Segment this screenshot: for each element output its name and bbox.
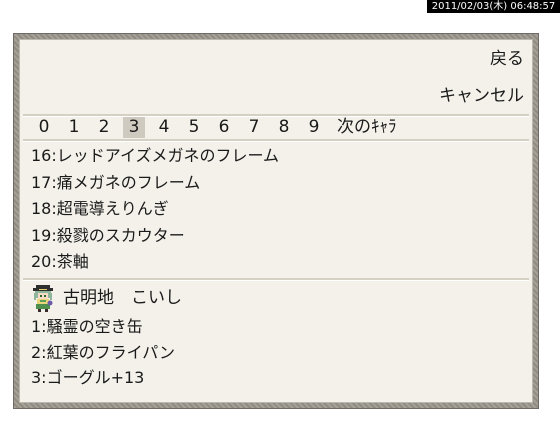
next-character-button[interactable]: 次のｷｬﾗ xyxy=(337,117,397,138)
item-menu-panel: 戻る キャンセル 0 1 2 3 4 5 6 7 8 9 次のｷｬﾗ 16:レッ… xyxy=(19,39,533,403)
character-tabs: 0 1 2 3 4 5 6 7 8 9 次のｷｬﾗ xyxy=(29,116,397,138)
back-button[interactable]: 戻る xyxy=(490,48,524,70)
equipment-list: 1:騒霊の空き缶 2:紅葉のフライパン 3:ゴーグル+13 xyxy=(31,314,175,391)
list-item[interactable]: 19:殺戮のスカウター xyxy=(31,223,279,250)
koishi-sprite-icon xyxy=(31,284,55,312)
char-tab-5[interactable]: 5 xyxy=(179,117,209,138)
char-tab-7[interactable]: 7 xyxy=(239,117,269,138)
char-tab-4[interactable]: 4 xyxy=(149,117,179,138)
list-item[interactable]: 20:茶軸 xyxy=(31,249,279,276)
char-tab-6[interactable]: 6 xyxy=(209,117,239,138)
cancel-button[interactable]: キャンセル xyxy=(439,85,524,107)
menu-commands: 戻る キャンセル xyxy=(20,40,532,113)
char-tab-1[interactable]: 1 xyxy=(59,117,89,138)
divider xyxy=(23,278,529,281)
char-tab-0[interactable]: 0 xyxy=(29,117,59,138)
item-list: 16:レッドアイズメガネのフレーム 17:痛メガネのフレーム 18:超電導えりん… xyxy=(31,143,279,276)
char-tab-2[interactable]: 2 xyxy=(89,117,119,138)
char-tab-9[interactable]: 9 xyxy=(299,117,329,138)
character-name: 古明地 こいし xyxy=(63,288,182,308)
item-menu-window: 戻る キャンセル 0 1 2 3 4 5 6 7 8 9 次のｷｬﾗ 16:レッ… xyxy=(13,33,539,409)
list-item[interactable]: 2:紅葉のフライパン xyxy=(31,340,175,366)
list-item[interactable]: 3:ゴーグル+13 xyxy=(31,365,175,391)
list-item[interactable]: 17:痛メガネのフレーム xyxy=(31,170,279,197)
character-header: 古明地 こいし xyxy=(31,284,182,312)
system-clock: 2011/02/03(木) 06:48:57 xyxy=(427,0,560,13)
list-item[interactable]: 18:超電導えりんぎ xyxy=(31,196,279,223)
divider xyxy=(23,139,529,142)
char-tab-3-selected[interactable]: 3 xyxy=(123,116,145,138)
list-item[interactable]: 1:騒霊の空き缶 xyxy=(31,314,175,340)
list-item[interactable]: 16:レッドアイズメガネのフレーム xyxy=(31,143,279,170)
char-tab-8[interactable]: 8 xyxy=(269,117,299,138)
